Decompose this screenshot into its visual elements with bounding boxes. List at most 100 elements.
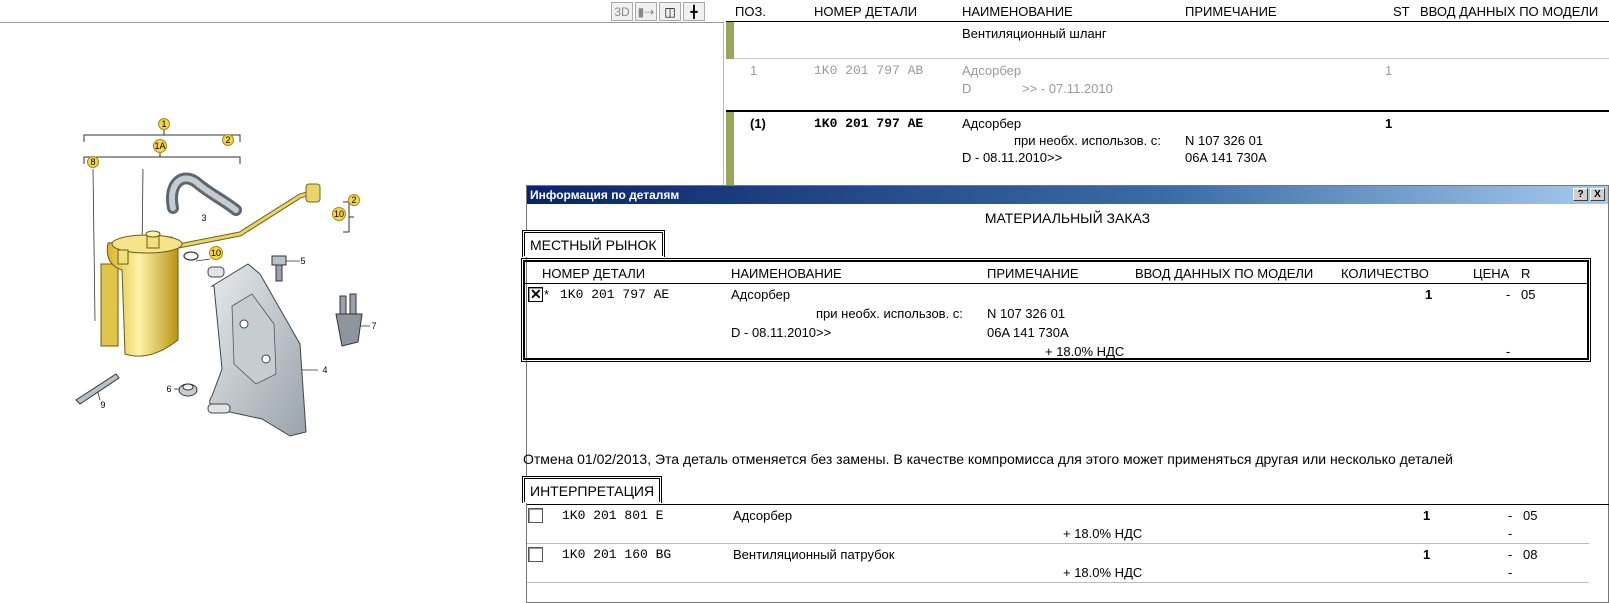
row-price: - [1508, 547, 1513, 562]
header-part-no[interactable]: НОМЕР ДЕТАЛИ [814, 4, 917, 19]
row-name: Адсорбер [962, 63, 1022, 78]
callout-6-label[interactable]: 6 [166, 384, 171, 394]
row-part-no: 1K0 201 797 AB [814, 63, 924, 78]
split-view-glyph: ◫ [664, 4, 676, 19]
header-pos[interactable]: ПОЗ. [735, 4, 766, 19]
row-r: 05 [1523, 508, 1538, 523]
select-checkbox[interactable] [528, 547, 543, 562]
callout-10-ring[interactable]: 10 [209, 246, 223, 260]
header-name[interactable]: НАИМЕНОВАНИЕ [731, 266, 842, 281]
header-st[interactable]: ST [1393, 4, 1410, 19]
vent-tube [157, 183, 321, 253]
star-marker: * [544, 287, 550, 302]
table-row[interactable]: 1K0 201 160 BG Вентиляционный патрубок 1… [527, 544, 1589, 583]
row-pos: 1 [750, 63, 758, 78]
row-note-value-1: N 107 326 01 [987, 306, 1066, 321]
callout-10-tube[interactable]: 10 [332, 207, 346, 221]
row-vat: + 18.0% НДС [1063, 565, 1143, 580]
row-r: 05 [1521, 287, 1536, 302]
table-row-selected[interactable]: (1) 1K0 201 797 AE Адсорбер 1 при необх.… [726, 110, 1609, 188]
row-r: 08 [1523, 547, 1538, 562]
close-button[interactable]: X [1590, 188, 1605, 201]
callout-10-tube-label: 10 [334, 209, 344, 219]
tab-local-market[interactable]: МЕСТНЫЙ РЫНОК [522, 230, 665, 257]
row-note-label: при необх. использов. с: [1014, 133, 1161, 148]
callout-3-label[interactable]: 3 [201, 213, 206, 223]
row-vat-price: - [1506, 344, 1511, 359]
hotspot-toggle-icon[interactable]: ▮⇢ [635, 2, 657, 21]
callout-8-label: 8 [90, 157, 95, 167]
part-info-dialog[interactable]: Информация по деталям ? X МАТЕРИАЛЬНЫЙ З… [521, 185, 1609, 603]
header-model[interactable]: ВВОД ДАННЫХ ПО МОДЕЛИ [1420, 4, 1598, 19]
market-table-header: НОМЕР ДЕТАЛИ НАИМЕНОВАНИЕ ПРИМЕЧАНИЕ ВВО… [525, 262, 1587, 284]
row-vat: + 18.0% НДС [1045, 344, 1125, 359]
callout-8[interactable]: 8 [87, 156, 99, 168]
callout-7-label[interactable]: 7 [371, 321, 376, 331]
cancellation-note: Отмена 01/02/2013, Эта деталь отменяется… [523, 451, 1453, 467]
table-row[interactable]: 1 1K0 201 797 AB Адсорбер 1 D >> - 07.11… [726, 60, 1609, 105]
selected-marker [726, 112, 734, 188]
market-row[interactable]: * 1K0 201 797 AE Адсорбер 1 - 05 при нео… [525, 284, 1587, 359]
row-note-value-2: 06A 141 730A [1185, 150, 1267, 165]
header-model[interactable]: ВВОД ДАННЫХ ПО МОДЕЛИ [1135, 266, 1313, 281]
interpretation-panel: 1K0 201 801 E Адсорбер 1 - 05 + 18.0% НД… [527, 504, 1609, 603]
callout-2-right[interactable]: 2 [348, 194, 360, 206]
bolt [271, 255, 287, 282]
select-checkbox[interactable] [528, 508, 543, 523]
group-marker [726, 22, 734, 59]
callout-10-ring-label: 10 [211, 248, 221, 258]
parts-table-header: ПОЗ. НОМЕР ДЕТАЛИ НАИМЕНОВАНИЕ ПРИМЕЧАНИ… [726, 0, 1609, 22]
row-note-value-1: N 107 326 01 [1185, 133, 1264, 148]
crosshair-icon[interactable]: ╋ [683, 2, 705, 21]
header-r[interactable]: R [1521, 266, 1530, 281]
dialog-titlebar[interactable]: Информация по деталям ? X [527, 186, 1608, 204]
3d-label: 3D [614, 4, 630, 19]
row-note-label: при необх. использов. с: [816, 306, 963, 321]
split-view-icon[interactable]: ◫ [659, 2, 681, 21]
callout-9-label[interactable]: 9 [100, 400, 105, 410]
row-name: Вентиляционный патрубок [733, 547, 895, 562]
3d-view-button[interactable]: 3D [611, 2, 633, 21]
row-date: D - 08.11.2010>> [962, 150, 1063, 165]
crosshair-glyph: ╋ [690, 4, 698, 19]
vent-hose [165, 172, 242, 216]
group-row[interactable]: Вентиляционный шланг [726, 22, 1609, 59]
nut [178, 383, 198, 397]
select-checkbox[interactable] [528, 286, 543, 303]
header-qty[interactable]: КОЛИЧЕСТВО [1341, 266, 1429, 281]
callout-5-label[interactable]: 5 [300, 256, 305, 266]
row-qty: 1 [1423, 547, 1431, 562]
callout-1a-label: 1A [154, 141, 165, 151]
diagram-toolbar: 3D ▮⇢ ◫ ╋ [0, 0, 724, 23]
row-vat-price: - [1508, 565, 1513, 580]
group-name: Вентиляционный шланг [962, 26, 1107, 41]
table-row[interactable]: 1K0 201 801 E Адсорбер 1 - 05 + 18.0% НД… [527, 505, 1589, 544]
callout-1a[interactable]: 1A [153, 139, 167, 153]
header-note[interactable]: ПРИМЕЧАНИЕ [987, 266, 1079, 281]
hotspot-toggle-glyph: ▮⇢ [637, 4, 655, 19]
callout-1-label: 1 [161, 119, 166, 129]
callout-1[interactable]: 1 [158, 118, 170, 130]
help-button[interactable]: ? [1573, 188, 1588, 201]
header-price[interactable]: ЦЕНА [1473, 266, 1509, 281]
dialog-heading: МАТЕРИАЛЬНЫЙ ЗАКАЗ [984, 210, 1151, 226]
tab-interpretation[interactable]: ИНТЕРПРЕТАЦИЯ [522, 476, 663, 503]
callout-2-right-label: 2 [351, 195, 356, 205]
callout-2-top[interactable]: 2 [222, 134, 234, 146]
row-price: - [1508, 508, 1513, 523]
row-price: - [1506, 287, 1511, 302]
row-name: Адсорбер [733, 508, 793, 523]
adsorber-canister [100, 230, 183, 357]
callout-2-top-label: 2 [225, 135, 230, 145]
callout-4-label[interactable]: 4 [322, 365, 327, 375]
dialog-title: Информация по деталям [530, 188, 680, 202]
row-qty: 1 [1423, 508, 1431, 523]
parts-table: ПОЗ. НОМЕР ДЕТАЛИ НАИМЕНОВАНИЕ ПРИМЕЧАНИ… [726, 0, 1609, 188]
row-st: 1 [1385, 63, 1393, 78]
header-part-no[interactable]: НОМЕР ДЕТАЛИ [542, 266, 645, 281]
row-vat: + 18.0% НДС [1063, 526, 1143, 541]
header-note[interactable]: ПРИМЕЧАНИЕ [1185, 4, 1277, 19]
tab-local-market-label: МЕСТНЫЙ РЫНОК [530, 237, 657, 253]
header-name[interactable]: НАИМЕНОВАНИЕ [962, 4, 1073, 19]
row-note-value-2: 06A 141 730A [987, 325, 1069, 340]
